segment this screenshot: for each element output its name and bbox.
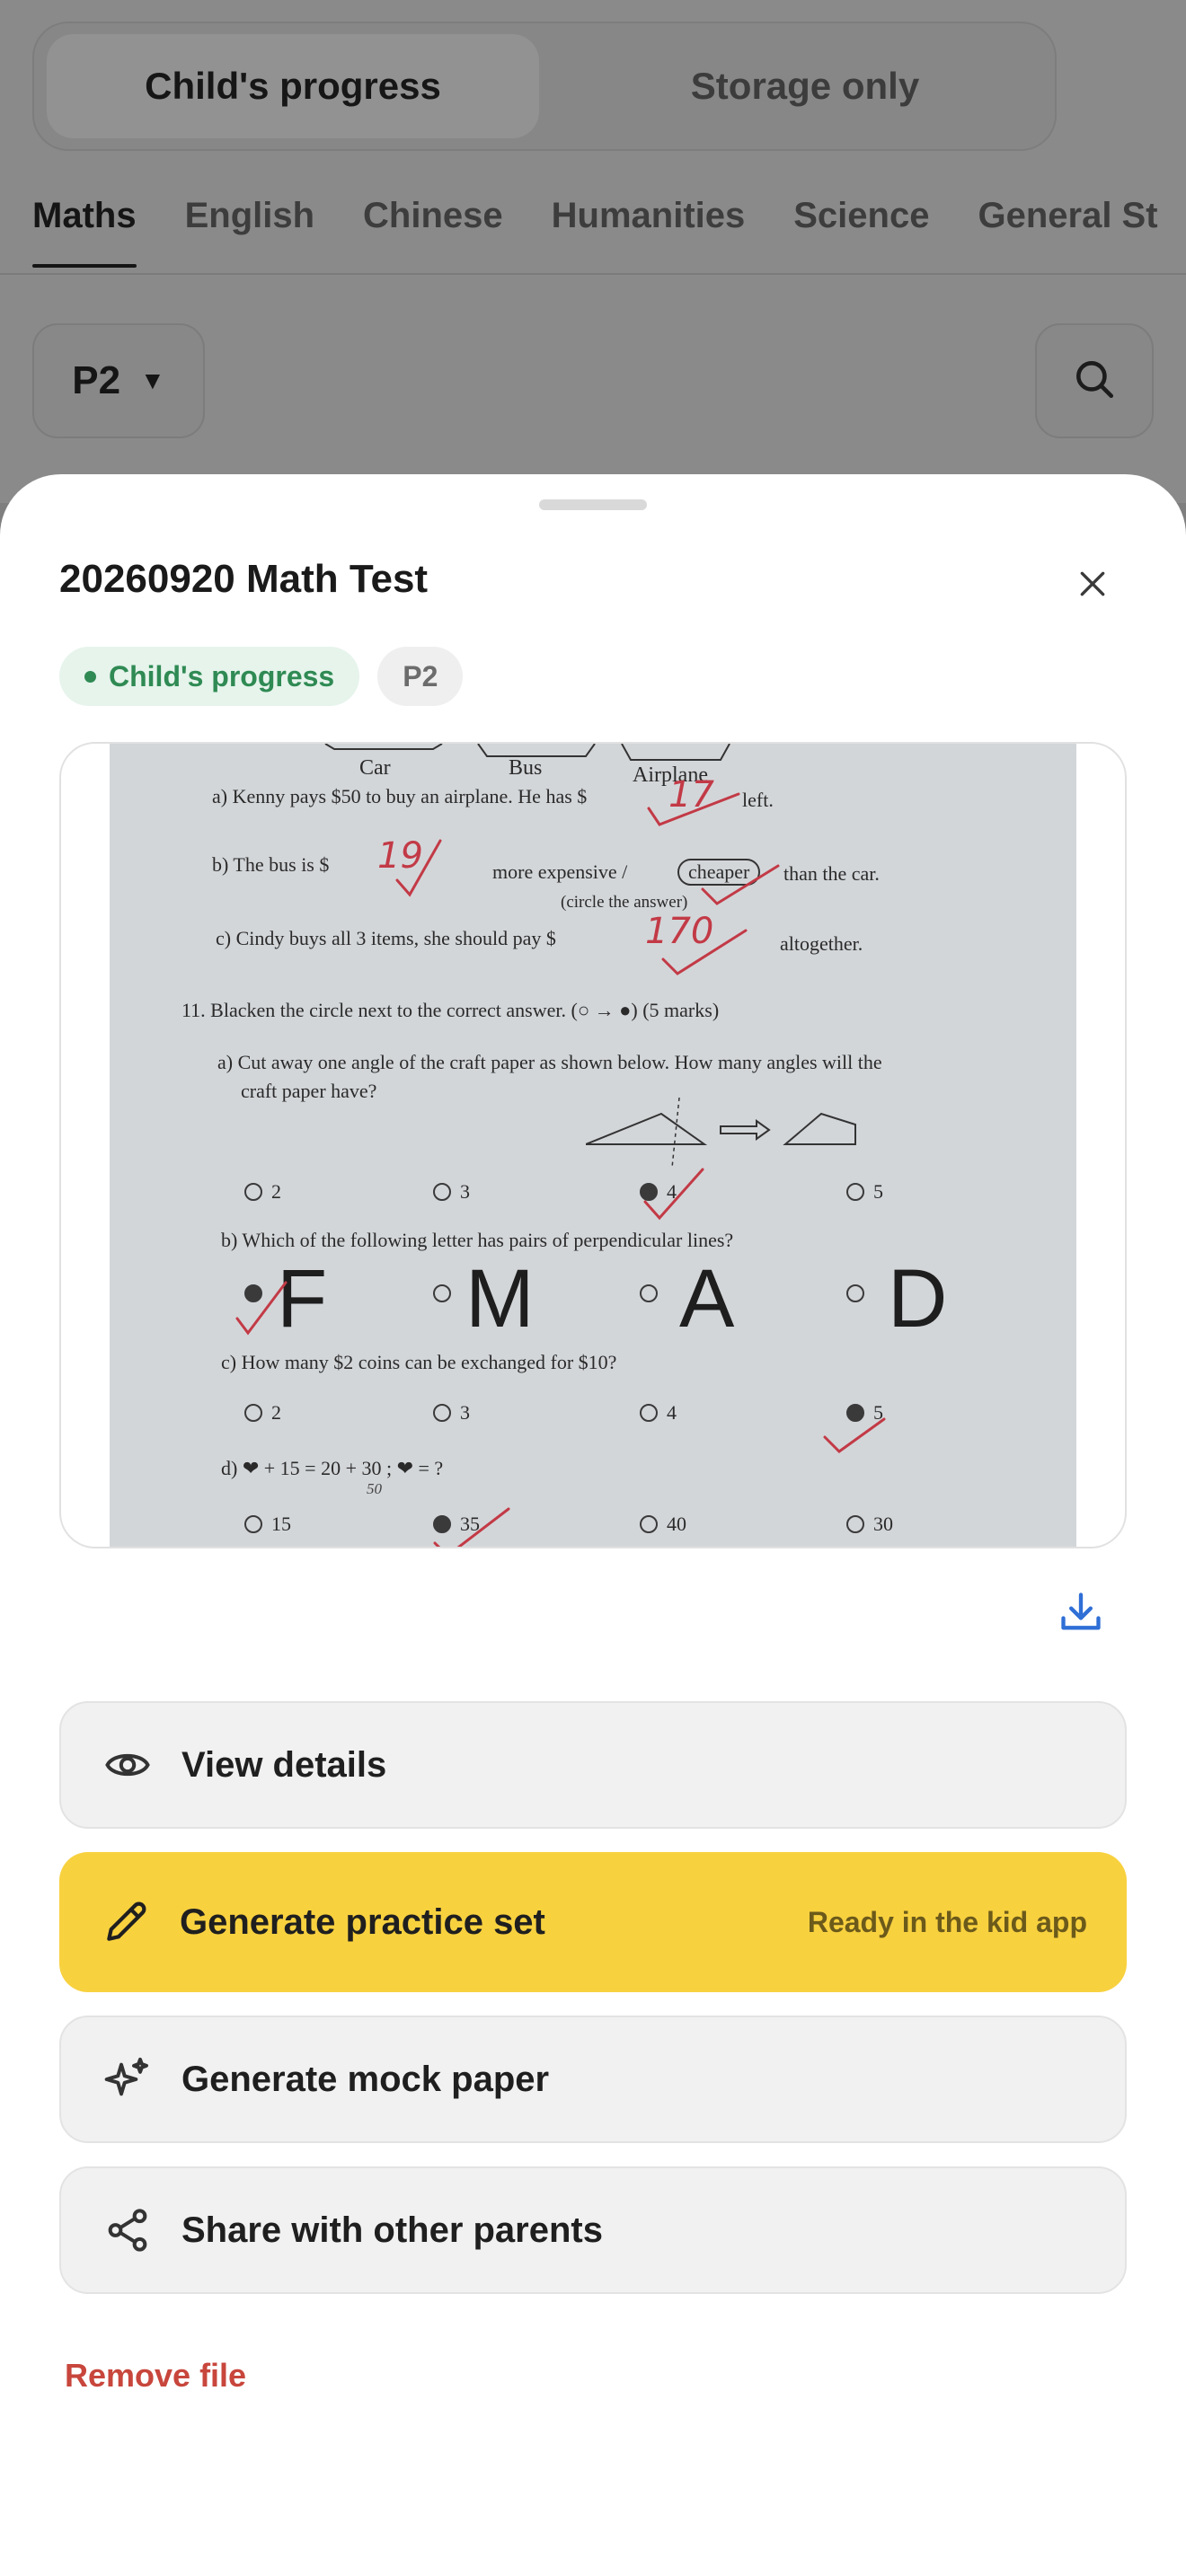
tab-science[interactable]: Science <box>793 196 929 236</box>
worksheet-photo: Car Bus Airplane a) Kenny pays $50 to bu… <box>110 744 1076 1547</box>
sheet-drag-handle[interactable] <box>539 499 647 510</box>
chevron-down-icon: ▼ <box>140 366 165 394</box>
share-icon <box>102 2205 153 2255</box>
tab-chinese[interactable]: Chinese <box>363 196 503 236</box>
eye-icon <box>102 1740 153 1790</box>
grade-badge: P2 <box>377 647 464 706</box>
close-icon <box>1075 566 1111 606</box>
grade-filter-button[interactable]: P2 ▼ <box>32 323 205 438</box>
tab-humanities[interactable]: Humanities <box>552 196 746 236</box>
practice-set-hint: Ready in the kid app <box>807 1905 1087 1938</box>
remove-file-button[interactable]: Remove file <box>65 2357 246 2395</box>
generate-mock-paper-button[interactable]: Generate mock paper <box>59 2016 1127 2143</box>
share-with-parents-button[interactable]: Share with other parents <box>59 2166 1127 2294</box>
grade-filter-value: P2 <box>72 358 121 402</box>
teacher-tick-marks <box>235 792 886 1547</box>
segment-storage-only[interactable]: Storage only <box>559 34 1051 138</box>
tab-english[interactable]: English <box>185 196 314 236</box>
status-dot-icon <box>84 670 96 683</box>
generate-mock-paper-label: Generate mock paper <box>181 2059 550 2099</box>
subject-tabs: Maths English Chinese Humanities Science… <box>32 196 1158 268</box>
tab-general-studies[interactable]: General St <box>978 196 1157 236</box>
search-icon <box>1072 357 1117 406</box>
category-badge: Child's progress <box>59 647 360 706</box>
share-with-parents-label: Share with other parents <box>181 2210 603 2250</box>
close-button[interactable] <box>1066 559 1120 613</box>
file-badges: Child's progress P2 <box>59 647 464 706</box>
generate-practice-set-label: Generate practice set <box>180 1901 545 1942</box>
storage-mode-toggle: Child's progress Storage only <box>32 22 1057 151</box>
pencil-icon <box>101 1897 151 1947</box>
view-details-button[interactable]: View details <box>59 1701 1127 1829</box>
file-preview[interactable]: Car Bus Airplane a) Kenny pays $50 to bu… <box>59 742 1127 1548</box>
download-button[interactable] <box>1051 1584 1111 1644</box>
category-badge-label: Child's progress <box>109 659 335 693</box>
download-icon <box>1058 1589 1104 1640</box>
view-details-label: View details <box>181 1744 387 1785</box>
segment-childs-progress[interactable]: Child's progress <box>47 34 539 138</box>
search-button[interactable] <box>1035 323 1154 438</box>
generate-practice-set-button[interactable]: Generate practice set Ready in the kid a… <box>59 1852 1127 1992</box>
tab-maths[interactable]: Maths <box>32 196 137 268</box>
tabs-divider <box>0 273 1186 275</box>
sparkle-icon <box>102 2054 153 2104</box>
background-screen: Child's progress Storage only Maths Engl… <box>0 0 1186 503</box>
file-bottom-sheet: 20260920 Math Test Child's progress P2 C… <box>0 474 1186 2576</box>
sheet-title: 20260920 Math Test <box>59 557 429 601</box>
